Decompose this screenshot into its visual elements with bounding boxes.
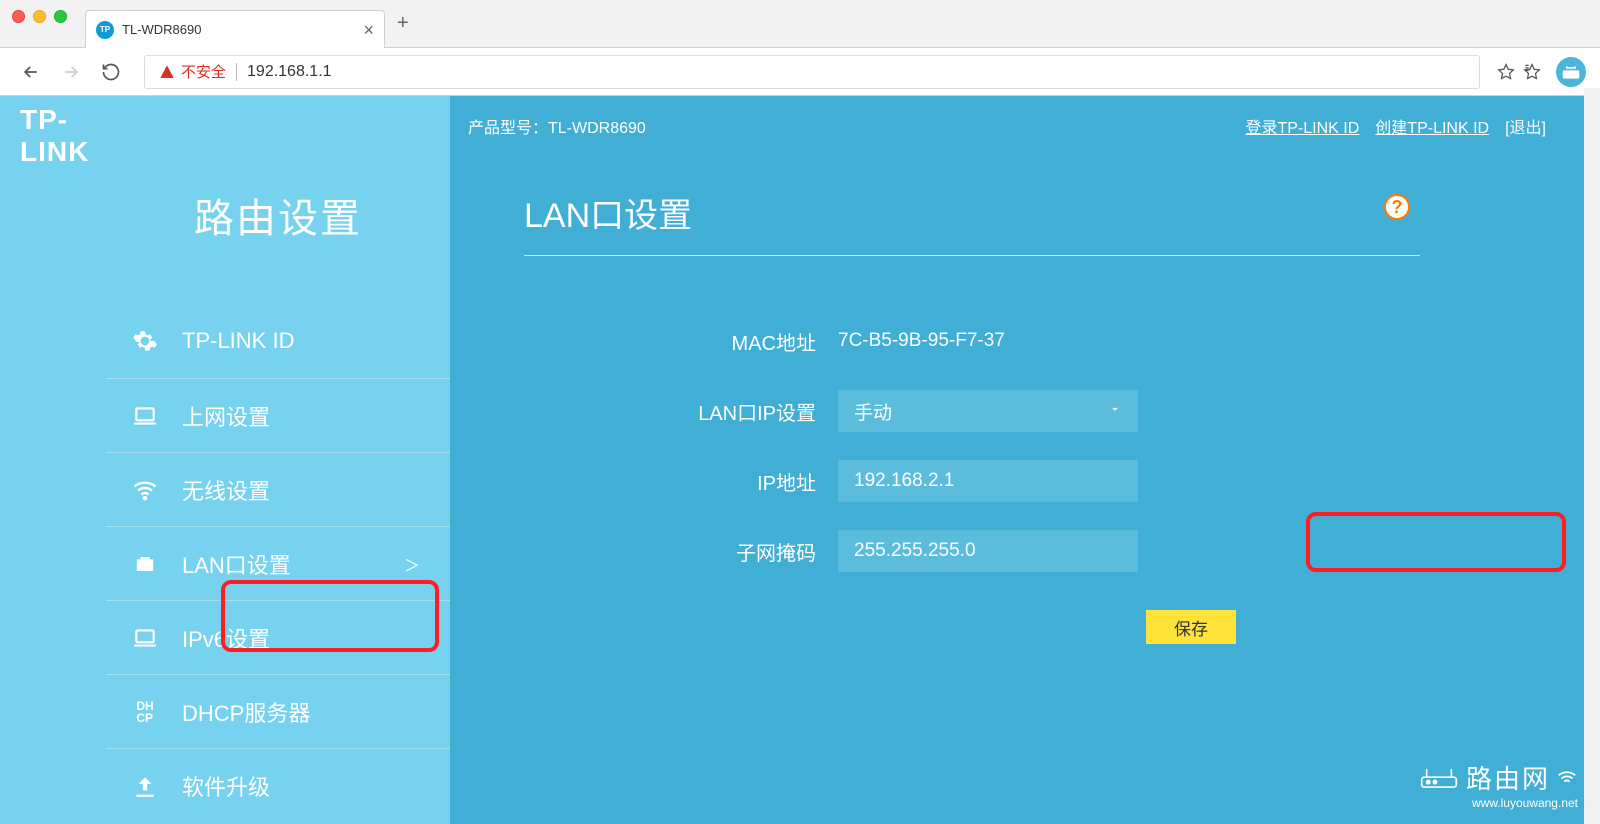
sidebar-item-ipv6[interactable]: IPv6设置 (106, 600, 450, 674)
mac-label: MAC地址 (524, 327, 838, 356)
window-controls (12, 0, 85, 47)
url-field[interactable]: 不安全 192.168.1.1 (144, 55, 1480, 89)
sidebar-item-label: IPv6设置 (182, 622, 270, 654)
sidebar-item-tplink-id[interactable]: TP-LINK ID (106, 304, 450, 378)
separator (236, 63, 237, 81)
sidebar-title: 路由设置 (106, 186, 450, 244)
refresh-button[interactable] (94, 55, 128, 89)
close-window-button[interactable] (12, 10, 25, 23)
sidebar-item-label: 软件升级 (182, 770, 270, 802)
sidebar-item-label: DHCP服务器 (182, 696, 310, 728)
tab-title: TL-WDR8690 (122, 22, 201, 37)
mac-value: 7C-B5-9B-95-F7-37 (838, 330, 1138, 352)
product-model: 产品型号：TL-WDR8690 (468, 114, 646, 138)
url-text: 192.168.1.1 (247, 63, 332, 81)
sidebar-item-label: 无线设置 (182, 474, 270, 506)
ethernet-icon (130, 549, 160, 579)
reading-list-icon[interactable] (1522, 62, 1542, 82)
browser-tab[interactable]: TP TL-WDR8690 × (85, 10, 385, 48)
back-button[interactable] (14, 55, 48, 89)
profile-avatar[interactable] (1556, 57, 1586, 87)
subnet-mask-input[interactable]: 255.255.255.0 (838, 530, 1138, 572)
watermark: 路由网 www.luyouwang.net (1418, 759, 1578, 810)
browser-tab-strip: TP TL-WDR8690 × + (0, 0, 1600, 48)
help-icon[interactable]: ? (1384, 194, 1410, 220)
sidebar-item-upgrade[interactable]: 软件升级 (106, 748, 450, 822)
page-title: LAN口设置 (524, 188, 1600, 237)
watermark-url: www.luyouwang.net (1418, 796, 1578, 810)
lan-ip-mode-label: LAN口IP设置 (524, 397, 838, 426)
ip-value: 192.168.2.1 (854, 470, 954, 492)
top-bar: 产品型号：TL-WDR8690 登录TP-LINK ID 创建TP-LINK I… (450, 96, 1600, 138)
maximize-window-button[interactable] (54, 10, 67, 23)
watermark-name: 路由网 (1466, 759, 1550, 796)
wifi-icon (1556, 767, 1578, 789)
minimize-window-button[interactable] (33, 10, 46, 23)
insecure-badge: 不安全 (159, 61, 226, 82)
insecure-label: 不安全 (181, 61, 226, 82)
router-admin-page: TP-LINK 路由设置 TP-LINK ID 上网设置 无线设置 LAN口设置… (0, 96, 1600, 824)
lan-ip-mode-value: 手动 (854, 398, 892, 425)
decorative-strip: TP-LINK (0, 96, 106, 824)
ip-label: IP地址 (524, 467, 838, 496)
sidebar-item-label: TP-LINK ID (182, 328, 294, 354)
sidebar-item-wireless[interactable]: 无线设置 (106, 452, 450, 526)
wifi-icon (130, 475, 160, 505)
mask-value: 255.255.255.0 (854, 540, 976, 562)
ip-input[interactable]: 192.168.2.1 (838, 460, 1138, 502)
save-button-label: 保存 (1174, 615, 1208, 640)
sidebar: 路由设置 TP-LINK ID 上网设置 无线设置 LAN口设置 ＞ IPv6设… (106, 96, 450, 824)
router-icon (1418, 764, 1460, 792)
page-scrollbar[interactable] (1584, 88, 1600, 824)
forward-button[interactable] (54, 55, 88, 89)
gear-icon (130, 326, 160, 356)
laptop-icon (130, 623, 160, 653)
sidebar-item-label: LAN口设置 (182, 548, 291, 580)
divider (524, 255, 1420, 256)
laptop-icon (130, 401, 160, 431)
chevron-right-icon: ＞ (404, 552, 420, 576)
favorite-star-icon[interactable] (1496, 62, 1516, 82)
dhcp-icon: DHCP (130, 697, 160, 727)
lan-settings-form: MAC地址 7C-B5-9B-95-F7-37 LAN口IP设置 手动 IP地址… (524, 306, 1600, 644)
upload-icon (130, 771, 160, 801)
sidebar-item-wan[interactable]: 上网设置 (106, 378, 450, 452)
caret-down-icon (1108, 400, 1122, 422)
new-tab-button[interactable]: + (385, 4, 421, 43)
logout-link[interactable]: [退出] (1505, 114, 1546, 138)
close-tab-icon[interactable]: × (363, 21, 374, 39)
address-bar: 不安全 192.168.1.1 (0, 48, 1600, 96)
sidebar-item-dhcp[interactable]: DHCP DHCP服务器 (106, 674, 450, 748)
create-id-link[interactable]: 创建TP-LINK ID (1375, 114, 1489, 138)
lan-ip-mode-select[interactable]: 手动 (838, 390, 1138, 432)
sidebar-item-lan[interactable]: LAN口设置 ＞ (106, 526, 450, 600)
sidebar-item-label: 上网设置 (182, 400, 270, 432)
save-button[interactable]: 保存 (1146, 610, 1236, 644)
mask-label: 子网掩码 (524, 537, 838, 566)
favicon-tplink-icon: TP (96, 21, 114, 39)
main-content: 产品型号：TL-WDR8690 登录TP-LINK ID 创建TP-LINK I… (450, 96, 1600, 824)
login-link[interactable]: 登录TP-LINK ID (1246, 114, 1360, 138)
